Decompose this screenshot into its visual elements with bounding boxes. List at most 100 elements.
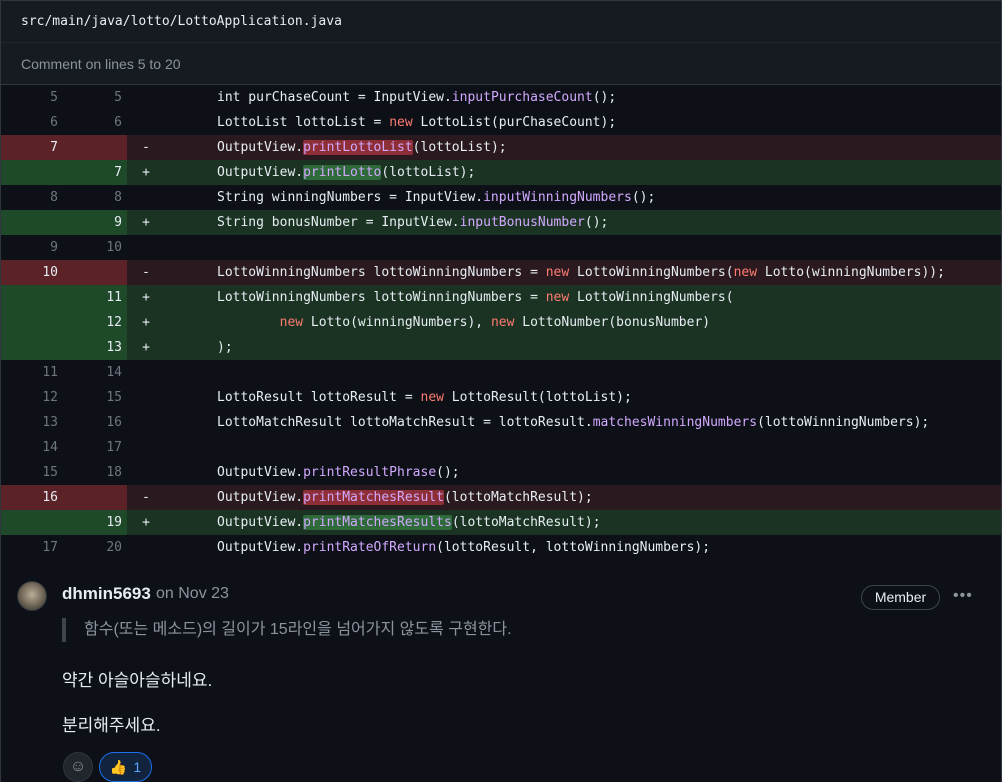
new-line-number[interactable]: 18 <box>63 460 127 485</box>
code-method: inputWinningNumbers <box>483 190 632 205</box>
diff-line-ctx: 11 14 <box>1 360 1001 385</box>
file-header: src/main/java/lotto/LottoApplication.jav… <box>0 0 1002 42</box>
code-keyword: new <box>545 290 570 305</box>
file-path[interactable]: src/main/java/lotto/LottoApplication.jav… <box>21 14 342 29</box>
new-line-number[interactable]: 5 <box>63 85 127 110</box>
code-text: OutputView.printLotto(lottoList); <box>157 160 1001 185</box>
old-line-number[interactable] <box>1 210 63 235</box>
thumbs-up-reaction-button[interactable]: 👍 1 <box>99 752 152 782</box>
old-line-number[interactable]: 12 <box>1 385 63 410</box>
code-text: OutputView.printRateOfReturn(lottoResult… <box>157 535 1001 560</box>
new-line-number[interactable]: 7 <box>63 160 127 185</box>
diff-line-ctx: 17 20 OutputView.printRateOfReturn(lottoRe… <box>1 535 1001 560</box>
code-token: OutputView. <box>217 540 304 555</box>
code-token: LottoResult(lottoList); <box>443 390 632 405</box>
new-line-number[interactable]: 13 <box>63 335 127 360</box>
code-keyword: new <box>490 315 515 330</box>
code-method: matchesWinningNumbers <box>592 415 758 430</box>
new-line-number[interactable]: 6 <box>63 110 127 135</box>
diff-line-del: 10 - LottoWinningNumbers lottoWinningNumbe… <box>1 260 1001 285</box>
old-line-number[interactable] <box>1 285 63 310</box>
new-line-number[interactable]: 8 <box>63 185 127 210</box>
code-token: LottoNumber(bonusNumber) <box>514 315 711 330</box>
new-line-number[interactable]: 17 <box>63 435 127 460</box>
kebab-horizontal-icon[interactable]: ••• <box>953 587 973 605</box>
quote-text: 함수(또는 메소드)의 길이가 15라인을 넘어가지 않도록 구현한다. <box>84 621 512 638</box>
new-line-number[interactable] <box>63 485 127 510</box>
diff-marker: + <box>142 215 150 230</box>
new-line-number[interactable] <box>63 260 127 285</box>
new-line-number[interactable] <box>63 135 127 160</box>
new-line-number[interactable]: 19 <box>63 510 127 535</box>
code-token: LottoWinningNumbers( <box>569 290 734 305</box>
old-line-number[interactable] <box>1 310 63 335</box>
diff-marker <box>127 185 157 210</box>
old-line-number[interactable]: 14 <box>1 435 63 460</box>
code-token: (); <box>584 215 609 230</box>
code-token: (lottoList); <box>381 165 476 180</box>
new-line-number[interactable]: 16 <box>63 410 127 435</box>
old-line-number[interactable]: 13 <box>1 410 63 435</box>
new-line-number[interactable]: 10 <box>63 235 127 260</box>
old-line-number[interactable] <box>1 510 63 535</box>
code-token: OutputView. <box>217 165 304 180</box>
diff-line-ctx: 9 10 <box>1 235 1001 260</box>
old-line-number[interactable]: 16 <box>1 485 63 510</box>
old-line-number[interactable]: 7 <box>1 135 63 160</box>
code-token: (lottoMatchResult); <box>451 515 601 530</box>
diff-line-add: 19 + OutputView.printMatchesResults(lottoM… <box>1 510 1001 535</box>
old-line-number[interactable]: 15 <box>1 460 63 485</box>
code-method: printLotto <box>303 165 382 180</box>
old-line-number[interactable]: 11 <box>1 360 63 385</box>
old-line-number[interactable]: 8 <box>1 185 63 210</box>
add-reaction-button[interactable]: ☺ <box>63 752 93 782</box>
code-text: String bonusNumber = InputView.inputBonu… <box>157 210 1001 235</box>
diff-marker: + <box>142 315 150 330</box>
code-text: OutputView.printMatchesResults(lottoMatc… <box>157 510 1001 535</box>
comment-date[interactable]: on Nov 23 <box>156 585 229 603</box>
code-token: (); <box>592 90 617 105</box>
new-line-number[interactable]: 20 <box>63 535 127 560</box>
diff-marker <box>127 235 157 260</box>
new-line-number[interactable]: 12 <box>63 310 127 335</box>
comment-paragraph: 약간 아슬아슬하네요. <box>62 671 213 690</box>
avatar[interactable] <box>17 581 47 611</box>
code-text: LottoMatchResult lottoMatchResult = lott… <box>157 410 1001 435</box>
code-text: LottoWinningNumbers lottoWinningNumbers … <box>157 260 1001 285</box>
new-line-number[interactable]: 14 <box>63 360 127 385</box>
code-token: LottoMatchResult lottoMatchResult = lott… <box>217 415 593 430</box>
code-token: Lotto(winningNumbers), <box>303 315 491 330</box>
old-line-number[interactable]: 5 <box>1 85 63 110</box>
old-line-number[interactable]: 6 <box>1 110 63 135</box>
code-token: LottoList(purChaseCount); <box>412 115 617 130</box>
code-token: LottoWinningNumbers lottoWinningNumbers … <box>217 290 546 305</box>
code-method: printMatchesResult <box>303 490 444 505</box>
code-method: printRateOfReturn <box>303 540 437 555</box>
new-line-number[interactable]: 15 <box>63 385 127 410</box>
diff-line-ctx: 15 18 OutputView.printResultPhrase(); <box>1 460 1001 485</box>
review-comment: dhmin5693 on Nov 23 Member ••• 함수(또는 메소드… <box>0 560 1002 782</box>
code-token: OutputView. <box>217 140 304 155</box>
diff-marker: - <box>142 265 150 280</box>
diff-marker: + <box>142 515 150 530</box>
diff-marker <box>127 435 157 460</box>
old-line-number[interactable]: 10 <box>1 260 63 285</box>
code-token: LottoResult lottoResult = <box>217 390 421 405</box>
old-line-number[interactable]: 9 <box>1 235 63 260</box>
code-text: OutputView.printResultPhrase(); <box>157 460 1001 485</box>
code-token: Lotto(winningNumbers)); <box>757 265 945 280</box>
diff-marker: + <box>142 290 150 305</box>
diff-line-ctx: 8 8 String winningNumbers = InputView.inpu… <box>1 185 1001 210</box>
old-line-number[interactable] <box>1 335 63 360</box>
comment-author[interactable]: dhmin5693 <box>62 584 151 604</box>
new-line-number[interactable]: 11 <box>63 285 127 310</box>
code-text: ); <box>157 335 1001 360</box>
diff-marker: + <box>142 340 150 355</box>
code-token: (lottoWinningNumbers); <box>757 415 930 430</box>
old-line-number[interactable]: 17 <box>1 535 63 560</box>
old-line-number[interactable] <box>1 160 63 185</box>
new-line-number[interactable]: 9 <box>63 210 127 235</box>
